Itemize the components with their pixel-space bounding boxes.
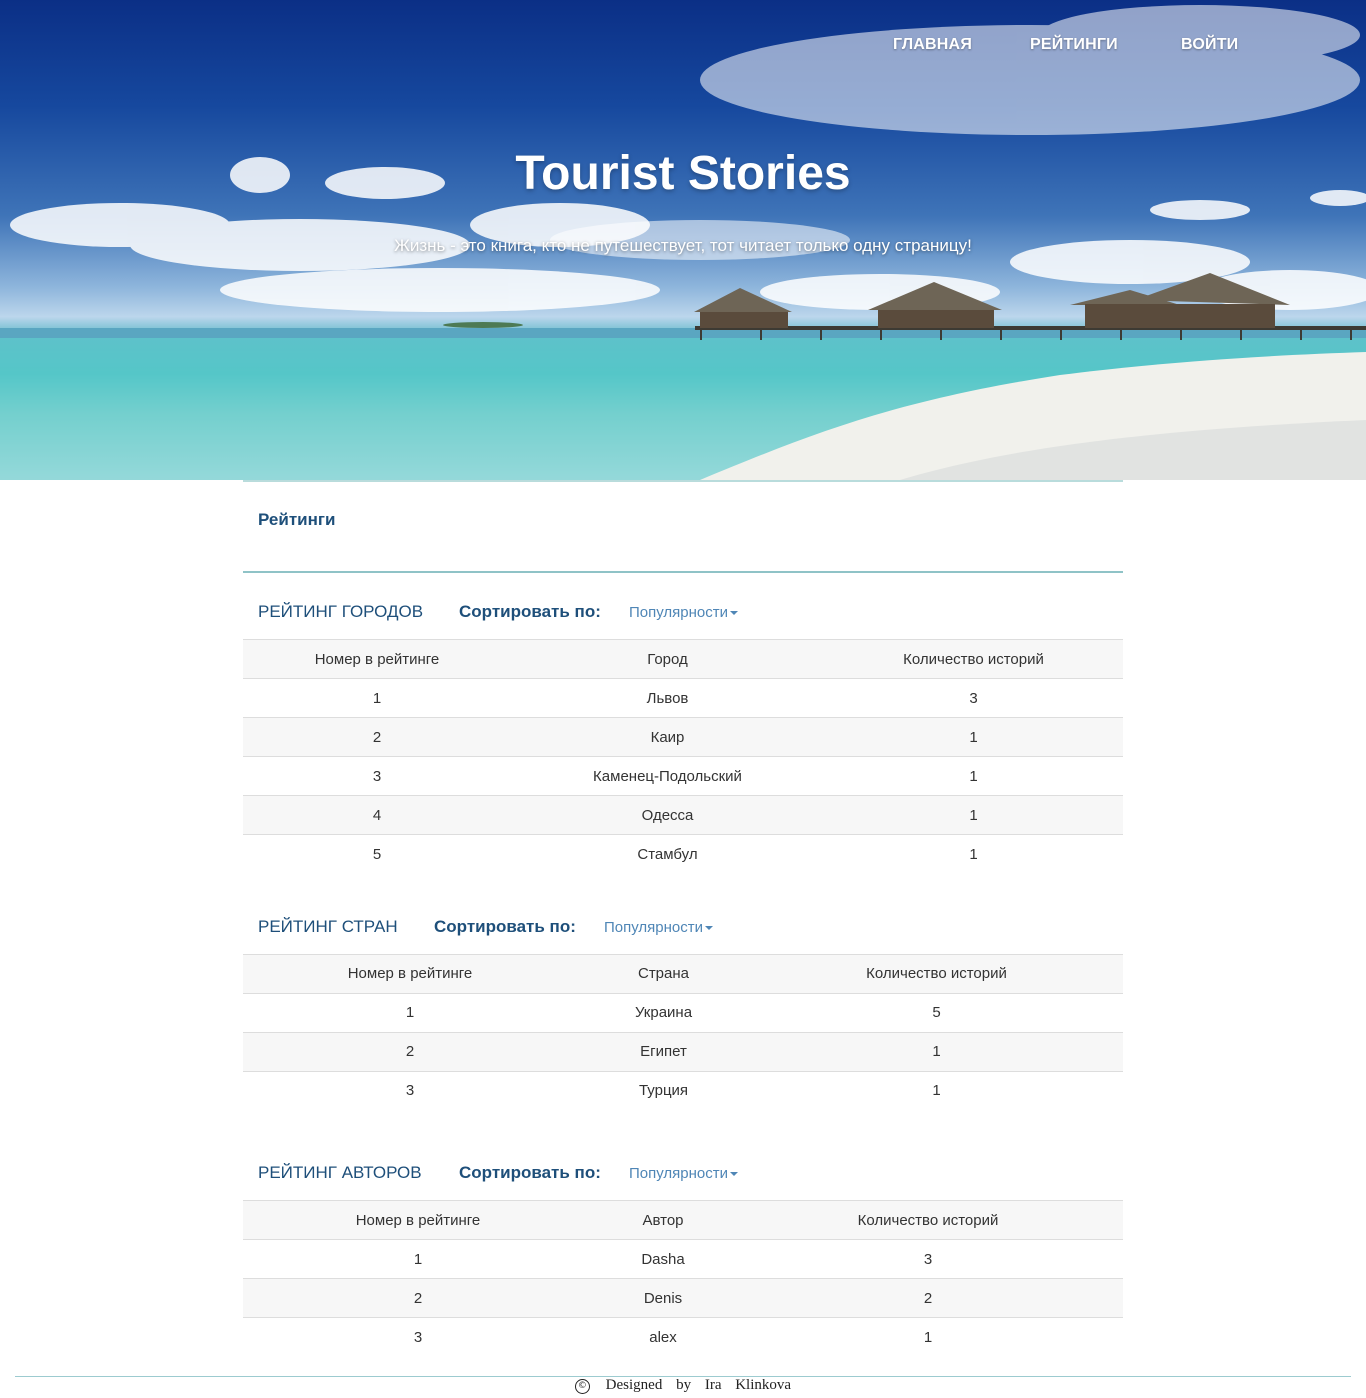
footer-credit: Designed by Ira Klinkova: [605, 1377, 792, 1393]
table-row: 1 Украина 5: [243, 992, 1123, 1032]
nav-link-login[interactable]: ВОЙТИ: [1181, 36, 1238, 54]
countries-rating-table: Номер в рейтинге Страна Количество истор…: [243, 953, 1123, 1110]
city-cell: Каир: [511, 717, 824, 757]
sort-label: Сортировать по:: [459, 602, 601, 621]
story-count-cell: 1: [824, 717, 1123, 757]
rank-cell: 2: [243, 1278, 593, 1318]
table-row: 3 Турция 1: [243, 1070, 1123, 1110]
countries-rating-section: РЕЙТИНГ СТРАН Сортировать по: Популярнос…: [243, 888, 1123, 1110]
rank-cell: 3: [243, 756, 511, 796]
nav-link-ratings[interactable]: РЕЙТИНГИ: [1030, 36, 1118, 54]
table-row: 3 alex 1: [243, 1317, 1123, 1357]
table-row: 4 Одесса 1: [243, 795, 1123, 835]
table-header-row: Номер в рейтинге Страна Количество истор…: [243, 953, 1123, 993]
main-nav: ГЛАВНАЯ РЕЙТИНГИ ВОЙТИ: [0, 36, 1366, 56]
column-header: Номер в рейтинге: [243, 1200, 593, 1240]
story-count-cell: 1: [824, 795, 1123, 835]
rank-cell: 2: [243, 717, 511, 757]
rank-cell: 1: [243, 992, 577, 1032]
cities-rating-table: Номер в рейтинге Город Количество истори…: [243, 639, 1123, 874]
section-title: РЕЙТИНГ АВТОРОВ: [258, 1163, 422, 1182]
column-header: Количество историй: [750, 953, 1123, 993]
sort-dropdown[interactable]: Популярности: [604, 918, 714, 936]
story-count-cell: 3: [824, 678, 1123, 718]
table-row: 2 Denis 2: [243, 1278, 1123, 1318]
nav-link-home[interactable]: ГЛАВНАЯ: [893, 36, 972, 54]
column-header: Количество историй: [824, 639, 1123, 679]
column-header: Город: [511, 639, 824, 679]
section-title: РЕЙТИНГ ГОРОДОВ: [258, 602, 424, 621]
author-cell: Denis: [593, 1278, 733, 1318]
story-count-cell: 1: [733, 1317, 1123, 1357]
table-header-row: Номер в рейтинге Город Количество истори…: [243, 639, 1123, 679]
cities-rating-section: РЕЙТИНГ ГОРОДОВ Сортировать по: Популярн…: [243, 573, 1123, 874]
authors-rating-table: Номер в рейтинге Автор Количество истори…: [243, 1200, 1123, 1357]
column-header: Автор: [593, 1200, 733, 1240]
site-title: Tourist Stories: [515, 147, 851, 200]
sort-label: Сортировать по:: [434, 916, 576, 936]
rank-cell: 4: [243, 795, 511, 835]
story-count-cell: 3: [733, 1239, 1123, 1279]
author-cell: alex: [593, 1317, 733, 1357]
table-row: 1 Dasha 3: [243, 1239, 1123, 1279]
sort-dropdown[interactable]: Популярности: [629, 604, 739, 621]
rank-cell: 1: [243, 1239, 593, 1279]
main-content: Рейтинги РЕЙТИНГ ГОРОДОВ Сортировать по:…: [243, 480, 1123, 1357]
table-header-row: Номер в рейтинге Автор Количество истори…: [243, 1200, 1123, 1240]
copyright-icon: ©: [574, 1379, 590, 1394]
table-row: 5 Стамбул 1: [243, 834, 1123, 874]
column-header: Номер в рейтинге: [243, 639, 511, 679]
story-count-cell: 1: [824, 834, 1123, 874]
column-header: Страна: [577, 953, 750, 993]
caret-down-icon: [705, 925, 714, 930]
country-cell: Украина: [577, 992, 750, 1032]
city-cell: Одесса: [511, 795, 824, 835]
rank-cell: 3: [243, 1070, 577, 1110]
section-title: РЕЙТИНГ СТРАН: [258, 916, 398, 936]
rank-cell: 3: [243, 1317, 593, 1357]
rank-cell: 2: [243, 1031, 577, 1071]
story-count-cell: 5: [750, 992, 1123, 1032]
site-tagline: Жизнь - это книга, кто не путешествует, …: [394, 236, 972, 255]
hero-banner: ГЛАВНАЯ РЕЙТИНГИ ВОЙТИ Tourist Stories Ж…: [0, 0, 1366, 480]
story-count-cell: 2: [733, 1278, 1123, 1318]
city-cell: Стамбул: [511, 834, 824, 874]
authors-rating-section: РЕЙТИНГ АВТОРОВ Сортировать по: Популярн…: [243, 1134, 1123, 1357]
rank-cell: 5: [243, 834, 511, 874]
table-row: 2 Каир 1: [243, 717, 1123, 757]
story-count-cell: 1: [750, 1070, 1123, 1110]
column-header: Количество историй: [733, 1200, 1123, 1240]
footer: © Designed by Ira Klinkova: [0, 1377, 1366, 1394]
table-row: 2 Египет 1: [243, 1031, 1123, 1071]
rank-cell: 1: [243, 678, 511, 718]
sort-dropdown-value: Популярности: [629, 604, 729, 621]
caret-down-icon: [730, 1172, 739, 1177]
country-cell: Египет: [577, 1031, 750, 1071]
story-count-cell: 1: [824, 756, 1123, 796]
city-cell: Каменец-Подольский: [511, 756, 824, 796]
sort-label: Сортировать по:: [459, 1163, 601, 1182]
sort-dropdown[interactable]: Популярности: [629, 1165, 739, 1182]
story-count-cell: 1: [750, 1031, 1123, 1071]
table-row: 3 Каменец-Подольский 1: [243, 756, 1123, 796]
sort-dropdown-value: Популярности: [629, 1165, 729, 1182]
table-row: 1 Львов 3: [243, 678, 1123, 718]
caret-down-icon: [730, 611, 739, 616]
page-title: Рейтинги: [243, 482, 1123, 573]
column-header: Номер в рейтинге: [243, 953, 577, 993]
author-cell: Dasha: [593, 1239, 733, 1279]
city-cell: Львов: [511, 678, 824, 718]
sort-dropdown-value: Популярности: [604, 918, 704, 936]
country-cell: Турция: [577, 1070, 750, 1110]
